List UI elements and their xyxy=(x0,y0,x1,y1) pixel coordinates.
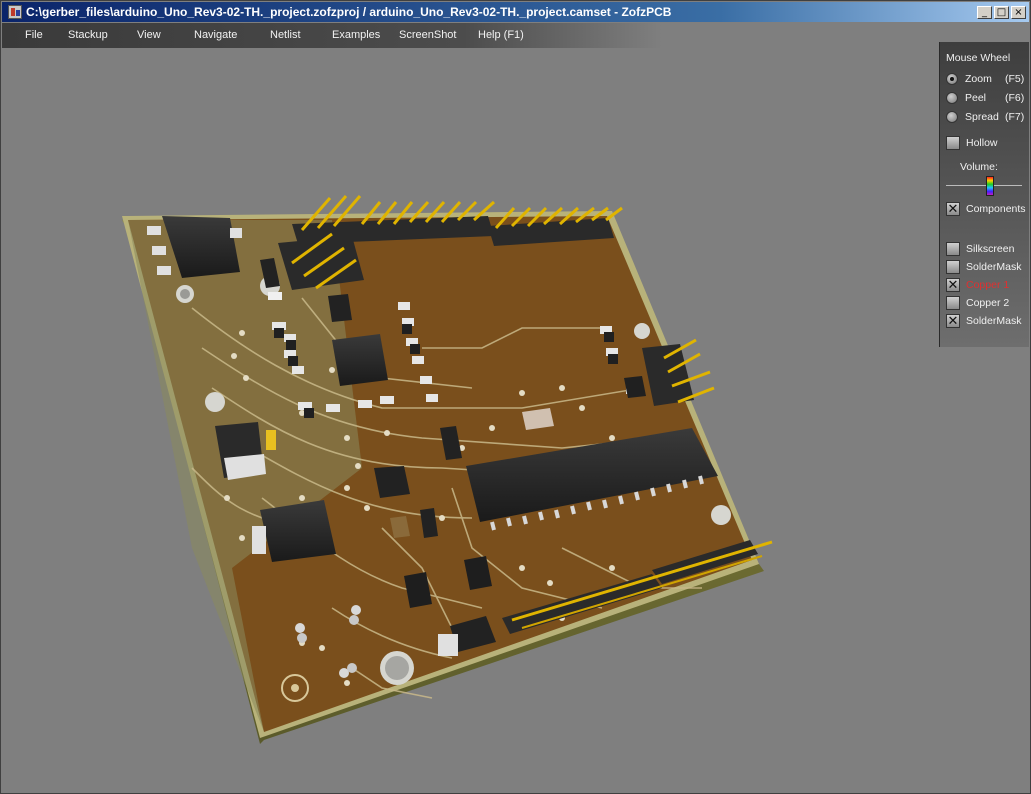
pcb-board-render xyxy=(122,195,773,744)
mode-spread-label: Spread xyxy=(965,111,999,123)
menu-netlist[interactable]: Netlist xyxy=(263,29,308,41)
menu-navigate[interactable]: Navigate xyxy=(187,29,244,41)
pcb-3d-viewport[interactable] xyxy=(2,48,1031,794)
window-title: C:\gerber_files\arduino_Uno_Rev3-02-TH._… xyxy=(26,5,672,19)
mode-spread-key: (F7) xyxy=(1005,111,1025,123)
title-bar: C:\gerber_files\arduino_Uno_Rev3-02-TH._… xyxy=(2,2,1029,22)
layer-copper1-check-box[interactable]: ✕ xyxy=(946,278,960,292)
layer-copper2-check-box[interactable] xyxy=(946,296,960,310)
layer-soldermask-bottom-check-box[interactable]: ✕ xyxy=(946,314,960,328)
volume-slider-track[interactable] xyxy=(946,185,1022,186)
mode-peel-radio[interactable]: Peel (F6) xyxy=(946,92,1024,104)
close-button[interactable]: × xyxy=(1011,5,1026,19)
mode-spread-radio[interactable]: Spread (F7) xyxy=(946,111,1024,123)
menu-help[interactable]: Help (F1) xyxy=(471,29,531,41)
app-window: C:\gerber_files\arduino_Uno_Rev3-02-TH._… xyxy=(0,0,1031,794)
layer-soldermask-top-label: SolderMask xyxy=(966,261,1022,273)
layer-copper1-label: Copper 1 xyxy=(966,279,1010,291)
layer-soldermask-top-check-box[interactable] xyxy=(946,260,960,274)
layer-soldermask-bottom-label: SolderMask xyxy=(966,315,1022,327)
layer-copper2-label: Copper 2 xyxy=(966,297,1010,309)
components-label: Components xyxy=(966,203,1026,215)
volume-label: Volume: xyxy=(960,161,998,173)
layer-soldermask-top-checkbox[interactable]: SolderMask xyxy=(946,260,1021,274)
mode-peel-label: Peel xyxy=(965,92,987,104)
layer-copper2-checkbox[interactable]: Copper 2 xyxy=(946,296,1009,310)
layer-soldermask-bottom-checkbox[interactable]: ✕ SolderMask xyxy=(946,314,1021,328)
menu-view[interactable]: View xyxy=(130,29,168,41)
layer-silkscreen-label: Silkscreen xyxy=(966,243,1015,255)
menu-screenshot[interactable]: ScreenShot xyxy=(392,29,463,41)
hollow-label: Hollow xyxy=(966,137,998,149)
hollow-check-box[interactable] xyxy=(946,136,960,150)
radio-spread-indicator[interactable] xyxy=(946,111,958,123)
mode-peel-key: (F6) xyxy=(1005,92,1025,104)
components-check-box[interactable]: ✕ xyxy=(946,202,960,216)
layer-silkscreen-checkbox[interactable]: Silkscreen xyxy=(946,242,1014,256)
mode-zoom-label: Zoom xyxy=(965,73,992,85)
menu-bar: File Stackup View Navigate Netlist Examp… xyxy=(2,23,662,48)
mode-zoom-radio[interactable]: Zoom (F5) xyxy=(946,73,1024,85)
volume-slider-thumb[interactable] xyxy=(986,176,994,196)
mouse-wheel-label: Mouse Wheel xyxy=(946,52,1011,64)
minimize-button[interactable]: _ xyxy=(977,5,992,19)
view-options-panel: Mouse Wheel Zoom (F5) Peel (F6) Spread (… xyxy=(939,42,1029,347)
radio-peel-indicator[interactable] xyxy=(946,92,958,104)
layer-copper1-checkbox[interactable]: ✕ Copper 1 xyxy=(946,278,1009,292)
menu-examples[interactable]: Examples xyxy=(325,29,387,41)
app-icon xyxy=(8,5,22,19)
mode-zoom-key: (F5) xyxy=(1005,73,1025,85)
menu-file[interactable]: File xyxy=(18,29,50,41)
hollow-checkbox[interactable]: Hollow xyxy=(946,136,998,150)
maximize-button[interactable]: □ xyxy=(994,5,1009,19)
radio-zoom-indicator[interactable] xyxy=(946,73,958,85)
components-checkbox[interactable]: ✕ Components xyxy=(946,202,1026,216)
menu-stackup[interactable]: Stackup xyxy=(61,29,115,41)
layer-silkscreen-check-box[interactable] xyxy=(946,242,960,256)
